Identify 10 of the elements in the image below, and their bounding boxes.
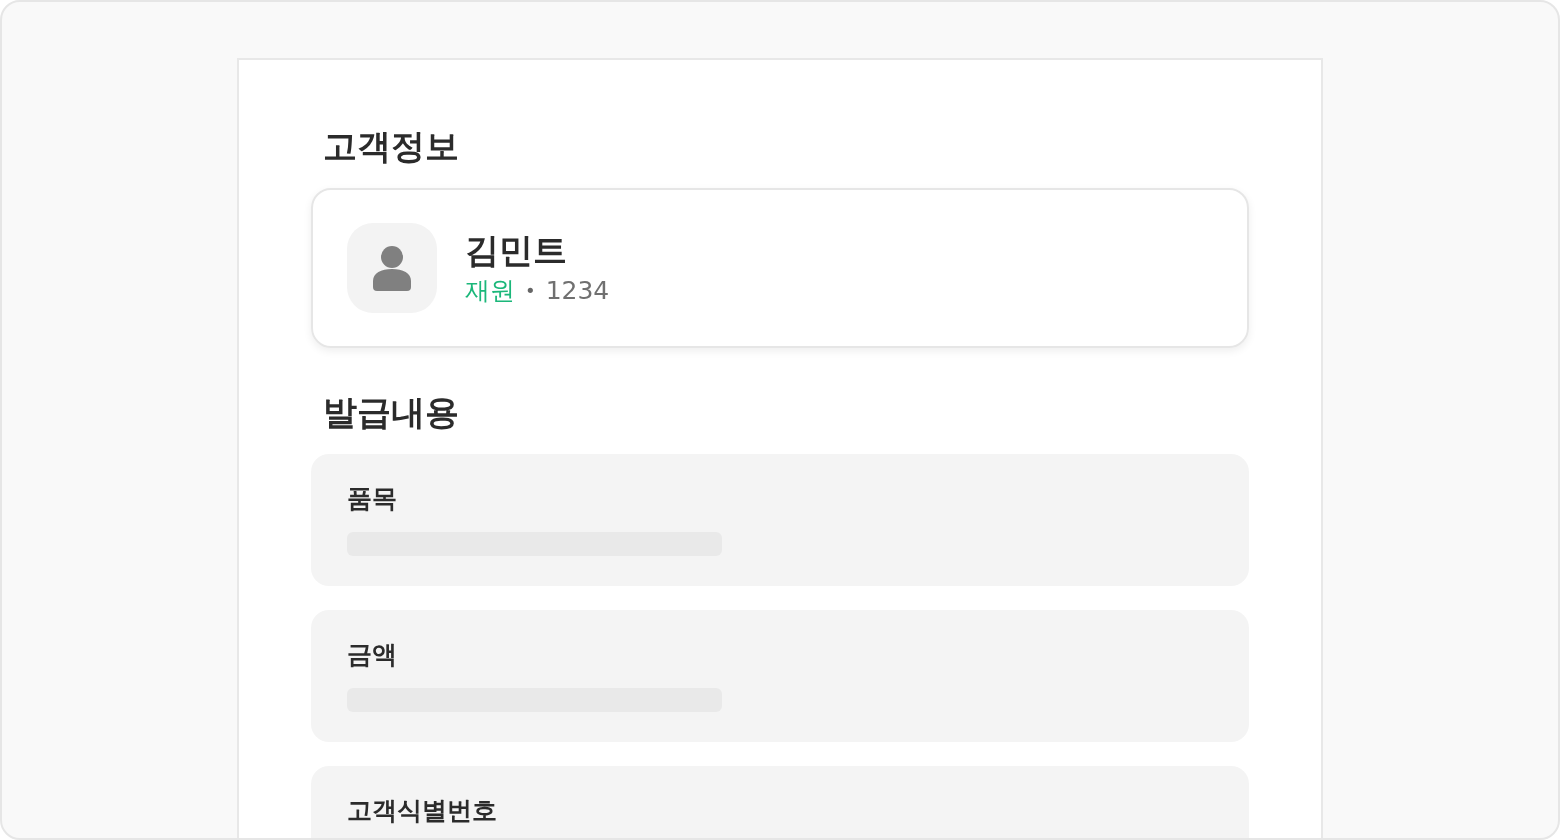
customer-name: 김민트: [465, 229, 568, 271]
section-title: 고객정보: [323, 125, 460, 168]
customer-category: 재원: [465, 275, 515, 307]
field-label: 품목: [347, 483, 398, 515]
customer-code: 1234: [545, 275, 610, 307]
field-label: 금액: [347, 639, 398, 671]
separator-dot: •: [525, 279, 536, 303]
section-title: 발급내용: [323, 391, 460, 434]
field-label: 고객식별번호: [347, 795, 498, 827]
person-icon: [373, 245, 411, 291]
